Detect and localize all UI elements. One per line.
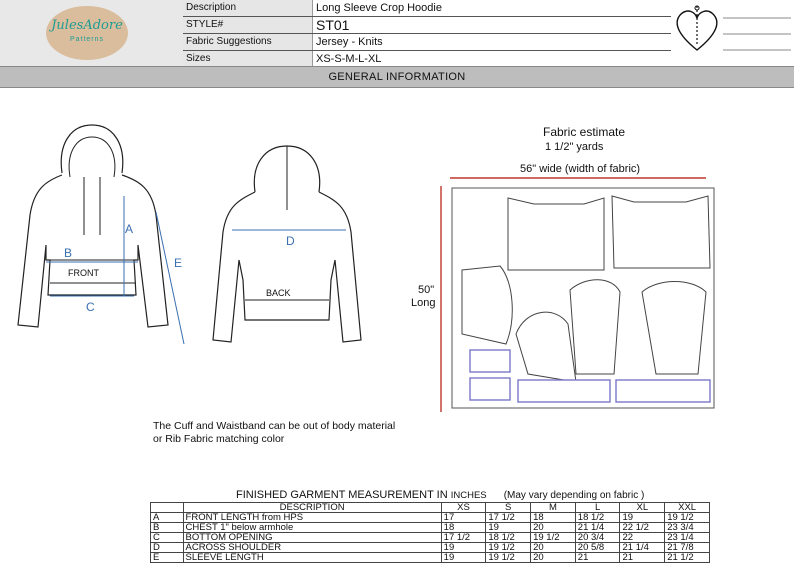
table-row: C BOTTOM OPENING 17 1/2 18 1/2 19 1/2 20… <box>150 532 710 543</box>
measure-e-label: E <box>174 256 183 270</box>
table-cell: 21 1/2 <box>664 552 710 563</box>
table-row: B CHEST 1" below armhole 18 19 20 21 1/4… <box>150 522 710 533</box>
note-line: The Cuff and Waistband can be out of bod… <box>153 420 396 432</box>
measurement-title: FINISHED GARMENT MEASUREMENT IN INCHES (… <box>236 489 644 501</box>
table-cell: 18 1/2 <box>574 512 621 523</box>
table-cell: 18 <box>440 522 487 533</box>
note-line: or Rib Fabric matching color <box>153 433 285 445</box>
table-cell: 20 <box>530 522 576 533</box>
table-cell: 19 1/2 <box>485 552 532 563</box>
table-cell: 19 1/2 <box>485 542 532 553</box>
fabric-length-value: 50" <box>418 284 435 296</box>
table-cell: D <box>150 542 184 553</box>
table-cell: 17 <box>440 512 487 523</box>
table-cell: 19 <box>485 522 532 533</box>
table-cell: 20 5/8 <box>574 542 621 553</box>
table-header-cell <box>150 502 184 513</box>
table-cell: FRONT LENGTH from HPS <box>182 512 442 523</box>
table-header-cell: M <box>530 502 576 513</box>
measurement-title-text: FINISHED GARMENT MEASUREMENT IN <box>236 489 448 501</box>
table-cell: 19 <box>440 552 487 563</box>
table-header-cell: S <box>485 502 532 513</box>
table-cell: 20 <box>530 542 576 553</box>
table-cell: 22 1/2 <box>619 522 666 533</box>
measure-a-label: A <box>125 222 134 236</box>
fabric-estimate-value: 1 1/2" yards <box>545 141 604 153</box>
table-cell: 23 3/4 <box>664 522 710 533</box>
fabric-layout <box>440 177 715 412</box>
table-cell: 20 <box>530 552 576 563</box>
construction-note: The Cuff and Waistband can be out of bod… <box>153 420 395 446</box>
measurement-note: (May vary depending on fabric ) <box>503 490 645 501</box>
table-cell: 19 <box>440 542 487 553</box>
table-header-cell: DESCRIPTION <box>182 502 442 513</box>
table-cell: 21 <box>619 552 666 563</box>
table-header-cell: XL <box>619 502 666 513</box>
table-header-cell: L <box>574 502 621 513</box>
table-cell: 18 <box>530 512 576 523</box>
table-cell: 21 1/4 <box>619 542 666 553</box>
table-cell: ACROSS SHOULDER <box>182 542 442 553</box>
measure-b-label: B <box>64 246 73 260</box>
table-header-cell: XXL <box>664 502 710 513</box>
table-cell: 19 1/2 <box>530 532 576 543</box>
table-cell: 21 <box>574 552 621 563</box>
table-cell: BOTTOM OPENING <box>182 532 442 543</box>
fabric-estimate-label: Fabric estimate <box>543 125 626 139</box>
table-cell: 21 1/4 <box>574 522 621 533</box>
table-header-cell: XS <box>440 502 487 513</box>
table-cell: 17 1/2 <box>485 512 532 523</box>
table-cell: 19 <box>619 512 666 523</box>
measure-c-label: C <box>86 300 95 314</box>
table-row: D ACROSS SHOULDER 19 19 1/2 20 20 5/8 21… <box>150 542 710 553</box>
table-cell: SLEEVE LENGTH <box>182 552 442 563</box>
measurement-unit: INCHES <box>450 490 487 501</box>
table-cell: 17 1/2 <box>440 532 487 543</box>
table-row: E SLEEVE LENGTH 19 19 1/2 20 21 21 21 1/… <box>150 552 710 563</box>
table-header-row: DESCRIPTION XS S M L XL XXL <box>150 502 710 513</box>
fabric-length-word: Long <box>411 297 436 309</box>
table-cell: C <box>150 532 184 543</box>
table-cell: 18 1/2 <box>485 532 532 543</box>
table-cell: 19 1/2 <box>664 512 710 523</box>
table-cell: A <box>150 512 184 523</box>
table-cell: 21 7/8 <box>664 542 710 553</box>
table-cell: E <box>150 552 184 563</box>
table-cell: CHEST 1" below armhole <box>182 522 442 533</box>
table-cell: B <box>150 522 184 533</box>
table-cell: 20 3/4 <box>574 532 621 543</box>
measurement-table: DESCRIPTION XS S M L XL XXL A FRONT LENG… <box>150 502 710 563</box>
table-row: A FRONT LENGTH from HPS 17 17 1/2 18 18 … <box>150 512 710 523</box>
measure-d-label: D <box>286 234 295 248</box>
table-cell: 23 1/4 <box>664 532 710 543</box>
table-cell: 22 <box>619 532 666 543</box>
